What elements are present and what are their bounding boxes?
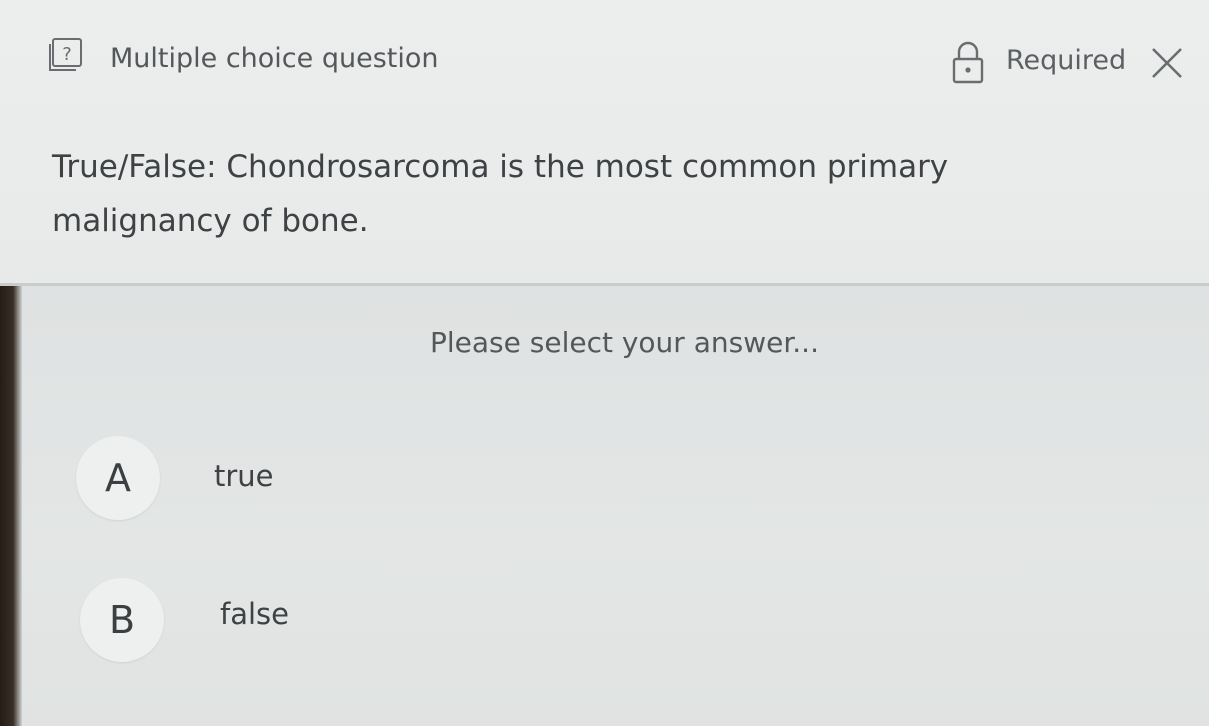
option-label[interactable]: false xyxy=(220,597,289,631)
question-mark-box-icon: ? xyxy=(48,38,84,72)
lock-icon xyxy=(950,40,986,84)
option-letter-badge[interactable]: A xyxy=(76,436,160,520)
quiz-screen: ? Multiple choice question Required True… xyxy=(0,0,1209,726)
svg-text:?: ? xyxy=(62,44,72,65)
question-top-bar: ? Multiple choice question Required xyxy=(48,38,1188,88)
option-letter-badge[interactable]: B xyxy=(80,578,164,662)
required-label: Required xyxy=(1006,45,1127,76)
close-icon[interactable] xyxy=(1150,46,1184,80)
answer-option-b[interactable]: B false xyxy=(76,575,476,665)
question-header-panel: ? Multiple choice question Required True… xyxy=(0,0,1209,284)
question-text: True/False: Chondrosarcoma is the most c… xyxy=(52,149,949,239)
question-type-label: Multiple choice question xyxy=(110,43,439,74)
answer-prompt: Please select your answer... xyxy=(430,326,819,359)
answer-option-a[interactable]: A true xyxy=(76,436,476,526)
option-label[interactable]: true xyxy=(214,459,274,493)
